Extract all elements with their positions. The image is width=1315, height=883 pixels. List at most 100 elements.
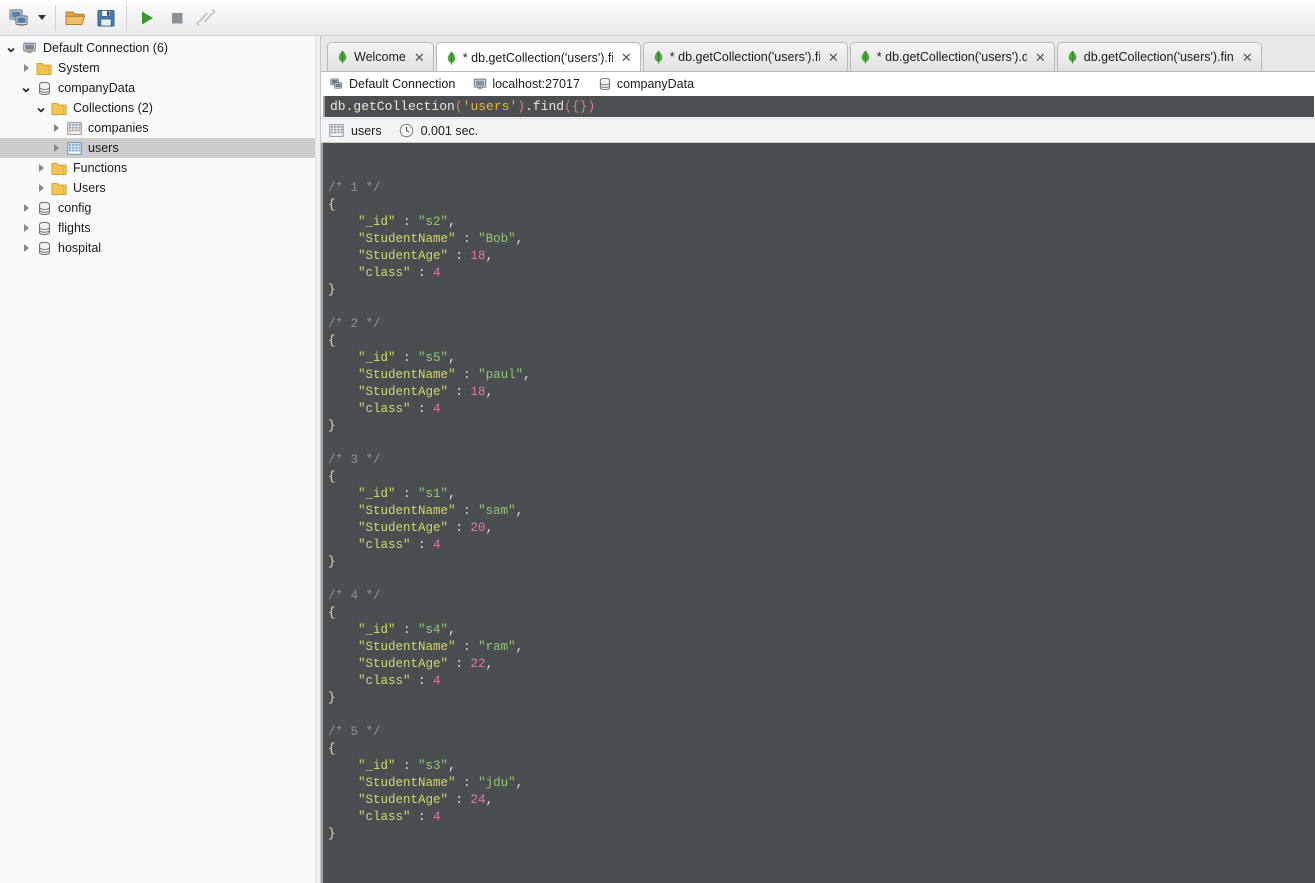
toolbar-divider-2 bbox=[126, 4, 127, 31]
mongodb-leaf-icon bbox=[446, 51, 457, 65]
tab-close-icon[interactable]: ✕ bbox=[412, 51, 425, 64]
tree-item-label: users bbox=[88, 141, 119, 155]
field-key: "class" bbox=[358, 266, 411, 280]
chevron-right-icon[interactable] bbox=[33, 158, 49, 178]
result-document[interactable]: /* 3 */ { "_id" : "s1", "StudentName" : "… bbox=[328, 452, 1315, 571]
field-value: 20 bbox=[470, 521, 486, 535]
field-value: "ram" bbox=[478, 640, 516, 654]
tab-close-icon[interactable]: ✕ bbox=[619, 51, 632, 64]
editor-tab[interactable]: * db.getCollection('users').dele... ✕ bbox=[849, 42, 1055, 71]
field-key: "StudentName" bbox=[358, 504, 456, 518]
tree-item-label: Collections (2) bbox=[73, 101, 153, 115]
chevron-down-icon[interactable]: ⌄ bbox=[18, 78, 34, 98]
collection-icon-active bbox=[66, 141, 82, 155]
tree-item-users[interactable]: users bbox=[0, 138, 315, 158]
tab-close-icon[interactable]: ✕ bbox=[826, 51, 839, 64]
editor-tab[interactable]: * db.getCollection('users').find... ✕ bbox=[435, 42, 641, 71]
connect-dropdown[interactable] bbox=[34, 4, 50, 32]
editor-tab-label: * db.getCollection('users').find... bbox=[462, 50, 613, 65]
tree-item-system[interactable]: System bbox=[0, 58, 315, 78]
clock-icon bbox=[399, 123, 413, 138]
field-row-class: "class" : 4 bbox=[328, 537, 1315, 554]
tree-item-hospital[interactable]: hospital bbox=[0, 238, 315, 258]
tree-item-label: config bbox=[58, 201, 92, 215]
result-document[interactable]: /* 2 */ { "_id" : "s5", "StudentName" : "… bbox=[328, 316, 1315, 435]
rotate-icon bbox=[196, 8, 215, 26]
stop-button[interactable] bbox=[162, 4, 192, 32]
chevron-right-icon[interactable] bbox=[48, 138, 64, 158]
tree-item-collections-2[interactable]: ⌄ Collections (2) bbox=[0, 98, 315, 118]
chevron-right-icon[interactable] bbox=[18, 198, 34, 218]
tab-close-icon[interactable]: ✕ bbox=[1033, 51, 1046, 64]
explorer-tree[interactable]: ⌄ Default Connection (6) System ⌄ companyDat… bbox=[0, 36, 315, 883]
open-brace-text: { bbox=[328, 334, 336, 348]
chevron-right-icon[interactable] bbox=[18, 238, 34, 258]
close-brace-text: } bbox=[328, 555, 336, 569]
field-row-id: "_id" : "s1", bbox=[328, 486, 1315, 503]
document-spacer bbox=[328, 299, 1315, 316]
results-json-output[interactable]: /* 1 */ { "_id" : "s2", "StudentName" : "… bbox=[321, 143, 1315, 883]
result-document[interactable]: /* 1 */ { "_id" : "s2", "StudentName" : "… bbox=[328, 180, 1315, 299]
tree-item-companydata[interactable]: ⌄ companyData bbox=[0, 78, 315, 98]
tab-close-icon[interactable]: ✕ bbox=[1240, 51, 1253, 64]
breadcrumb-connection-label: Default Connection bbox=[349, 77, 456, 91]
connect-button[interactable] bbox=[4, 4, 34, 32]
field-key: "class" bbox=[358, 810, 411, 824]
chevron-down-icon[interactable]: ⌄ bbox=[33, 98, 49, 118]
refresh-button[interactable] bbox=[192, 4, 222, 32]
field-comma: , bbox=[515, 640, 524, 654]
tree-item-functions[interactable]: Functions bbox=[0, 158, 315, 178]
chevron-down-icon[interactable]: ⌄ bbox=[3, 38, 19, 58]
chevron-right-icon[interactable] bbox=[18, 58, 34, 78]
file-group bbox=[61, 3, 121, 33]
tree-item-default-connection-6[interactable]: ⌄ Default Connection (6) bbox=[0, 38, 315, 58]
save-script-button[interactable] bbox=[91, 4, 121, 32]
database-icon bbox=[599, 77, 611, 91]
result-header: users 0.001 sec. bbox=[321, 118, 1315, 143]
editor-tab[interactable]: * db.getCollection('users').find... ✕ bbox=[642, 42, 848, 71]
editor-tab[interactable]: Welcome ✕ bbox=[327, 42, 434, 71]
tree-item-users[interactable]: Users bbox=[0, 178, 315, 198]
result-document[interactable]: /* 4 */ { "_id" : "s4", "StudentName" : "… bbox=[328, 588, 1315, 707]
tree-item-flights[interactable]: flights bbox=[0, 218, 315, 238]
query-input[interactable]: db.getCollection('users') .find({}) bbox=[323, 96, 1314, 117]
chevron-right-icon[interactable] bbox=[48, 118, 64, 138]
breadcrumb-host[interactable]: localhost:27017 bbox=[473, 77, 580, 91]
folder-icon bbox=[51, 182, 67, 195]
editor-tab[interactable]: db.getCollection('users').find({}) ✕ bbox=[1056, 42, 1262, 71]
open-brace-text: { bbox=[328, 742, 336, 756]
field-value: 4 bbox=[433, 674, 441, 688]
tree-item-config[interactable]: config bbox=[0, 198, 315, 218]
tree-item-companies[interactable]: companies bbox=[0, 118, 315, 138]
open-script-button[interactable] bbox=[61, 4, 91, 32]
exec-group bbox=[132, 3, 222, 33]
field-comma: , bbox=[485, 657, 494, 671]
field-value: 18 bbox=[470, 385, 486, 399]
field-colon: : bbox=[395, 623, 419, 637]
field-row-studentname: "StudentName" : "Bob", bbox=[328, 231, 1315, 248]
execute-button[interactable] bbox=[132, 4, 162, 32]
breadcrumb-database[interactable]: companyData bbox=[598, 77, 694, 91]
floppy-save-icon bbox=[97, 9, 115, 26]
field-key: "StudentAge" bbox=[358, 385, 449, 399]
field-comma: , bbox=[448, 351, 456, 365]
chevron-right-icon[interactable] bbox=[18, 218, 34, 238]
document-index-comment: /* 4 */ bbox=[328, 588, 1315, 605]
chevron-right-icon[interactable] bbox=[33, 178, 49, 198]
tree-item-icon bbox=[49, 158, 69, 178]
field-comma: , bbox=[515, 504, 524, 518]
result-document[interactable]: /* 5 */ { "_id" : "s3", "StudentName" : "… bbox=[328, 724, 1315, 843]
field-colon: : bbox=[410, 538, 434, 552]
field-comma: , bbox=[485, 793, 494, 807]
field-row-studentage: "StudentAge" : 18, bbox=[328, 248, 1315, 265]
breadcrumb-connection[interactable]: Default Connection bbox=[329, 77, 455, 91]
breadcrumb: Default Connection localhost:27017 compa… bbox=[321, 72, 1315, 96]
tab-strip: Welcome✕ * db.getCollection('users').find… bbox=[321, 36, 1315, 72]
document-spacer bbox=[328, 571, 1315, 588]
tree-item-icon bbox=[34, 238, 54, 258]
